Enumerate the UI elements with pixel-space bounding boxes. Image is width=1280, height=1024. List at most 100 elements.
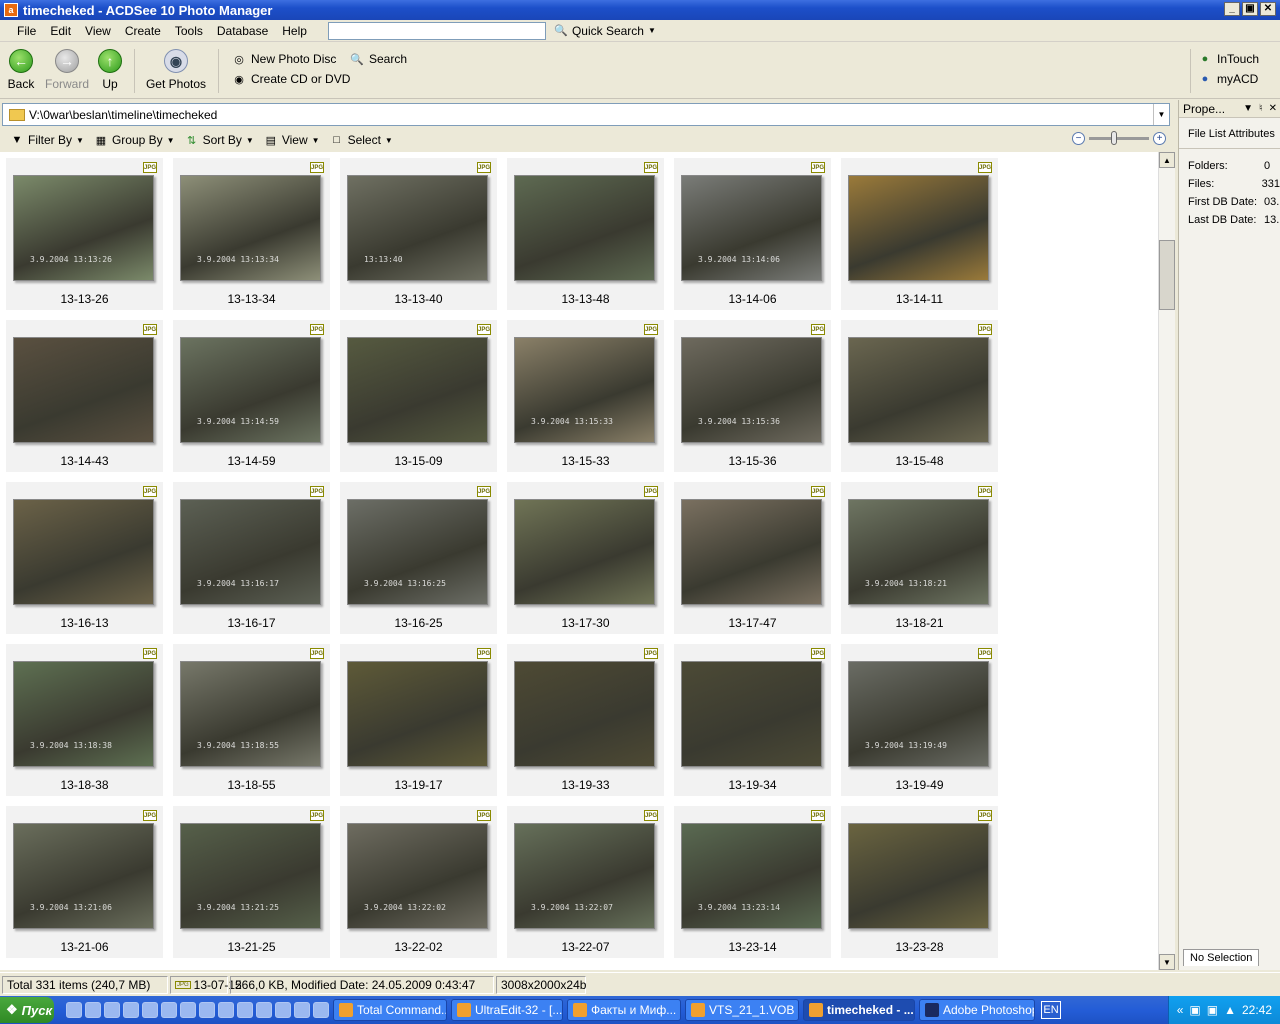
thumbnail-image[interactable]: 3.9.2004 13:14:59	[180, 337, 321, 443]
no-selection-tab[interactable]: No Selection	[1183, 949, 1260, 966]
minimize-button[interactable]: _	[1224, 2, 1240, 16]
sort-by-button[interactable]: ⇅ Sort By ▼	[185, 133, 254, 147]
thumbnail-item[interactable]: JPG 3.9.2004 13:18:38 13-18-38	[6, 644, 163, 796]
thumbnail-image[interactable]	[848, 175, 989, 281]
quick-launch-icon[interactable]	[237, 1002, 253, 1018]
thumbnail-item[interactable]: JPG 13-13-48	[507, 158, 664, 310]
thumbnail-image[interactable]	[848, 337, 989, 443]
zoom-out-icon[interactable]: −	[1072, 132, 1085, 145]
thumbnail-image[interactable]: 13:13:40	[347, 175, 488, 281]
thumbnail-item[interactable]: JPG 13-16-13	[6, 482, 163, 634]
thumbnail-item[interactable]: JPG 3.9.2004 13:15:36 13-15-36	[674, 320, 831, 472]
chevron-down-icon[interactable]: ▼	[1153, 104, 1169, 125]
create-cd-button[interactable]: ◉ Create CD or DVD	[232, 72, 350, 86]
folder-path-combo[interactable]: V:\0war\beslan\timeline\timecheked ▼	[2, 103, 1170, 126]
menu-help[interactable]: Help	[275, 24, 314, 38]
thumbnail-image[interactable]: 3.9.2004 13:18:21	[848, 499, 989, 605]
thumbnail-image[interactable]: 3.9.2004 13:15:33	[514, 337, 655, 443]
taskbar-item[interactable]: Adobe Photoshop	[919, 999, 1035, 1021]
taskbar-item[interactable]: Total Command...	[333, 999, 447, 1021]
quick-launch-icon[interactable]	[218, 1002, 234, 1018]
thumbnail-item[interactable]: JPG 13-17-30	[507, 482, 664, 634]
tray-icon[interactable]: ▣	[1207, 1003, 1218, 1017]
thumbnail-image[interactable]: 3.9.2004 13:13:26	[13, 175, 154, 281]
quick-search-button[interactable]: 🔍 Quick Search ▼	[554, 24, 656, 38]
thumbnail-item[interactable]: JPG 3.9.2004 13:15:33 13-15-33	[507, 320, 664, 472]
thumbnail-item[interactable]: JPG 3.9.2004 13:16:17 13-16-17	[173, 482, 330, 634]
myacd-button[interactable]: ● myACD	[1198, 72, 1259, 86]
thumbnail-image[interactable]	[848, 823, 989, 929]
menu-create[interactable]: Create	[118, 24, 168, 38]
quick-launch-icon[interactable]	[199, 1002, 215, 1018]
thumbnail-item[interactable]: JPG 3.9.2004 13:22:07 13-22-07	[507, 806, 664, 958]
thumbnail-image[interactable]: 3.9.2004 13:13:34	[180, 175, 321, 281]
thumbnail-item[interactable]: JPG 13-19-17	[340, 644, 497, 796]
thumbnail-item[interactable]: JPG 3.9.2004 13:18:21 13-18-21	[841, 482, 998, 634]
thumbnail-item[interactable]: JPG 3.9.2004 13:14:59 13-14-59	[173, 320, 330, 472]
intouch-button[interactable]: ● InTouch	[1198, 52, 1259, 66]
thumbnail-image[interactable]	[13, 499, 154, 605]
thumbnail-image[interactable]	[681, 499, 822, 605]
thumbnail-item[interactable]: JPG 13-23-28	[841, 806, 998, 958]
thumbnail-item[interactable]: JPG 13-17-47	[674, 482, 831, 634]
thumbnail-item[interactable]: JPG 3.9.2004 13:19:49 13-19-49	[841, 644, 998, 796]
quick-launch-icon[interactable]	[142, 1002, 158, 1018]
thumbnail-item[interactable]: JPG 13-15-48	[841, 320, 998, 472]
taskbar-item[interactable]: UltraEdit-32 - [...	[451, 999, 563, 1021]
quick-launch-icon[interactable]	[294, 1002, 310, 1018]
close-button[interactable]: ✕	[1260, 2, 1276, 16]
quick-launch-icon[interactable]	[123, 1002, 139, 1018]
thumbnail-image[interactable]: 3.9.2004 13:16:17	[180, 499, 321, 605]
quick-launch-icon[interactable]	[275, 1002, 291, 1018]
select-button[interactable]: □ Select ▼	[330, 133, 393, 147]
thumbnail-image[interactable]: 3.9.2004 13:21:06	[13, 823, 154, 929]
thumbnail-item[interactable]: JPG 3.9.2004 13:13:34 13-13-34	[173, 158, 330, 310]
thumbnail-image[interactable]: 3.9.2004 13:15:36	[681, 337, 822, 443]
thumbnail-image[interactable]: 3.9.2004 13:19:49	[848, 661, 989, 767]
menu-file[interactable]: File	[10, 24, 43, 38]
file-list-scrollbar[interactable]: ▲ ▼	[1158, 152, 1175, 970]
thumbnail-item[interactable]: JPG 3.9.2004 13:16:25 13-16-25	[340, 482, 497, 634]
thumbnail-image[interactable]	[681, 661, 822, 767]
thumbnail-item[interactable]: JPG 13-14-43	[6, 320, 163, 472]
zoom-slider[interactable]	[1089, 131, 1149, 145]
quick-launch-icon[interactable]	[313, 1002, 329, 1018]
thumbnail-image[interactable]	[514, 499, 655, 605]
thumbnail-image[interactable]: 3.9.2004 13:16:25	[347, 499, 488, 605]
thumbnail-image[interactable]	[347, 661, 488, 767]
tray-icon[interactable]: ▲	[1224, 1003, 1236, 1017]
close-icon[interactable]: ✕	[1269, 103, 1277, 114]
pin-icon[interactable]: ♮	[1259, 103, 1263, 114]
forward-button[interactable]: → Forward	[44, 49, 90, 91]
quick-launch-icon[interactable]	[104, 1002, 120, 1018]
thumbnail-image[interactable]: 3.9.2004 13:18:38	[13, 661, 154, 767]
new-photo-disc-button[interactable]: ◎ New Photo Disc	[232, 52, 336, 66]
thumbnail-item[interactable]: JPG 13-14-11	[841, 158, 998, 310]
start-button[interactable]: ❖ Пуск	[0, 997, 54, 1023]
quick-launch-icon[interactable]	[180, 1002, 196, 1018]
thumbnail-image[interactable]: 3.9.2004 13:21:25	[180, 823, 321, 929]
menu-tools[interactable]: Tools	[168, 24, 210, 38]
filter-by-button[interactable]: ▼ Filter By ▼	[10, 133, 84, 147]
scroll-up-icon[interactable]: ▲	[1159, 152, 1175, 168]
tray-icon[interactable]: ▣	[1189, 1003, 1200, 1017]
quick-launch-icon[interactable]	[66, 1002, 82, 1018]
thumbnail-item[interactable]: JPG 13:13:40 13-13-40	[340, 158, 497, 310]
thumbnail-item[interactable]: JPG 3.9.2004 13:18:55 13-18-55	[173, 644, 330, 796]
thumbnail-item[interactable]: JPG 3.9.2004 13:14:06 13-14-06	[674, 158, 831, 310]
quick-launch-icon[interactable]	[161, 1002, 177, 1018]
scrollbar-thumb[interactable]	[1159, 240, 1175, 310]
thumbnail-image[interactable]	[347, 337, 488, 443]
thumbnail-item[interactable]: JPG 3.9.2004 13:21:25 13-21-25	[173, 806, 330, 958]
search-button[interactable]: 🔍 Search	[350, 52, 407, 66]
thumbnail-item[interactable]: JPG 3.9.2004 13:22:02 13-22-02	[340, 806, 497, 958]
taskbar-item[interactable]: Факты и Миф...	[567, 999, 681, 1021]
maximize-button[interactable]: ▣	[1242, 2, 1258, 16]
thumbnail-item[interactable]: JPG 13-19-34	[674, 644, 831, 796]
view-button[interactable]: ▤ View ▼	[264, 133, 320, 147]
quick-search-input[interactable]	[327, 21, 546, 40]
thumbnail-image[interactable]: 3.9.2004 13:14:06	[681, 175, 822, 281]
thumbnail-image[interactable]	[514, 661, 655, 767]
menu-database[interactable]: Database	[210, 24, 275, 38]
title-bar[interactable]: a timecheked - ACDSee 10 Photo Manager _…	[0, 0, 1280, 20]
